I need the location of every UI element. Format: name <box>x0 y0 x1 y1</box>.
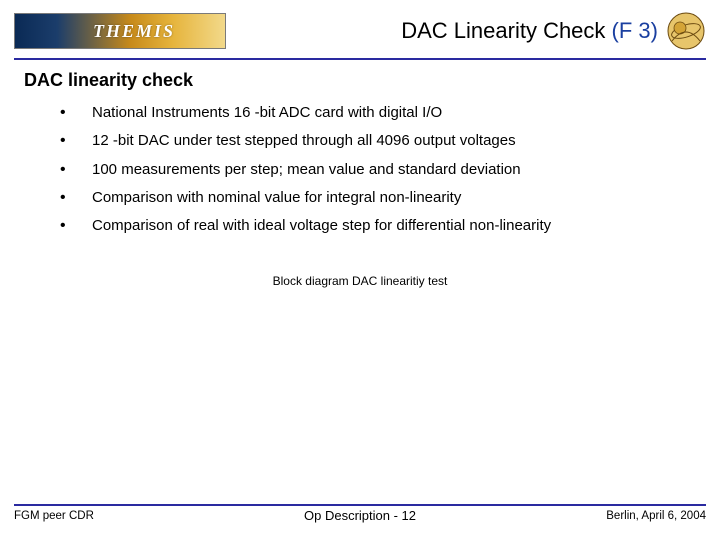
section-heading: DAC linearity check <box>24 70 696 91</box>
footer-center: Op Description - 12 <box>14 508 706 523</box>
footer-row: FGM peer CDR Op Description - 12 Berlin,… <box>14 510 706 522</box>
list-item: National Instruments 16 -bit ADC card wi… <box>60 99 696 127</box>
bullet-text: 12 -bit DAC under test stepped through a… <box>92 132 516 149</box>
logo-text: THEMIS <box>93 21 175 42</box>
bullet-text: National Instruments 16 -bit ADC card wi… <box>92 104 442 121</box>
diagram-caption: Block diagram DAC linearitiy test <box>24 274 696 288</box>
list-item: 12 -bit DAC under test stepped through a… <box>60 127 696 155</box>
list-item: 100 measurements per step; mean value an… <box>60 156 696 184</box>
footer-left: FGM peer CDR <box>14 510 94 522</box>
slide-body: DAC linearity check National Instruments… <box>0 60 720 288</box>
title-code: (F 3) <box>612 18 658 43</box>
title-container: DAC Linearity Check (F 3) <box>226 18 666 44</box>
slide-header: THEMIS DAC Linearity Check (F 3) <box>0 0 720 56</box>
list-item: Comparison with nominal value for integr… <box>60 184 696 212</box>
list-item: Comparison of real with ideal voltage st… <box>60 212 696 240</box>
bullet-list: National Instruments 16 -bit ADC card wi… <box>60 99 696 240</box>
bullet-text: Comparison with nominal value for integr… <box>92 189 461 206</box>
footer-right: Berlin, April 6, 2004 <box>606 510 706 522</box>
footer-divider <box>14 504 706 506</box>
slide-footer: FGM peer CDR Op Description - 12 Berlin,… <box>14 504 706 522</box>
themis-logo: THEMIS <box>14 13 226 49</box>
title-main: DAC Linearity Check <box>401 18 611 43</box>
bullet-text: 100 measurements per step; mean value an… <box>92 161 521 178</box>
bullet-text: Comparison of real with ideal voltage st… <box>92 217 551 234</box>
slide-title: DAC Linearity Check (F 3) <box>401 18 658 43</box>
mission-emblem-icon <box>666 11 706 51</box>
